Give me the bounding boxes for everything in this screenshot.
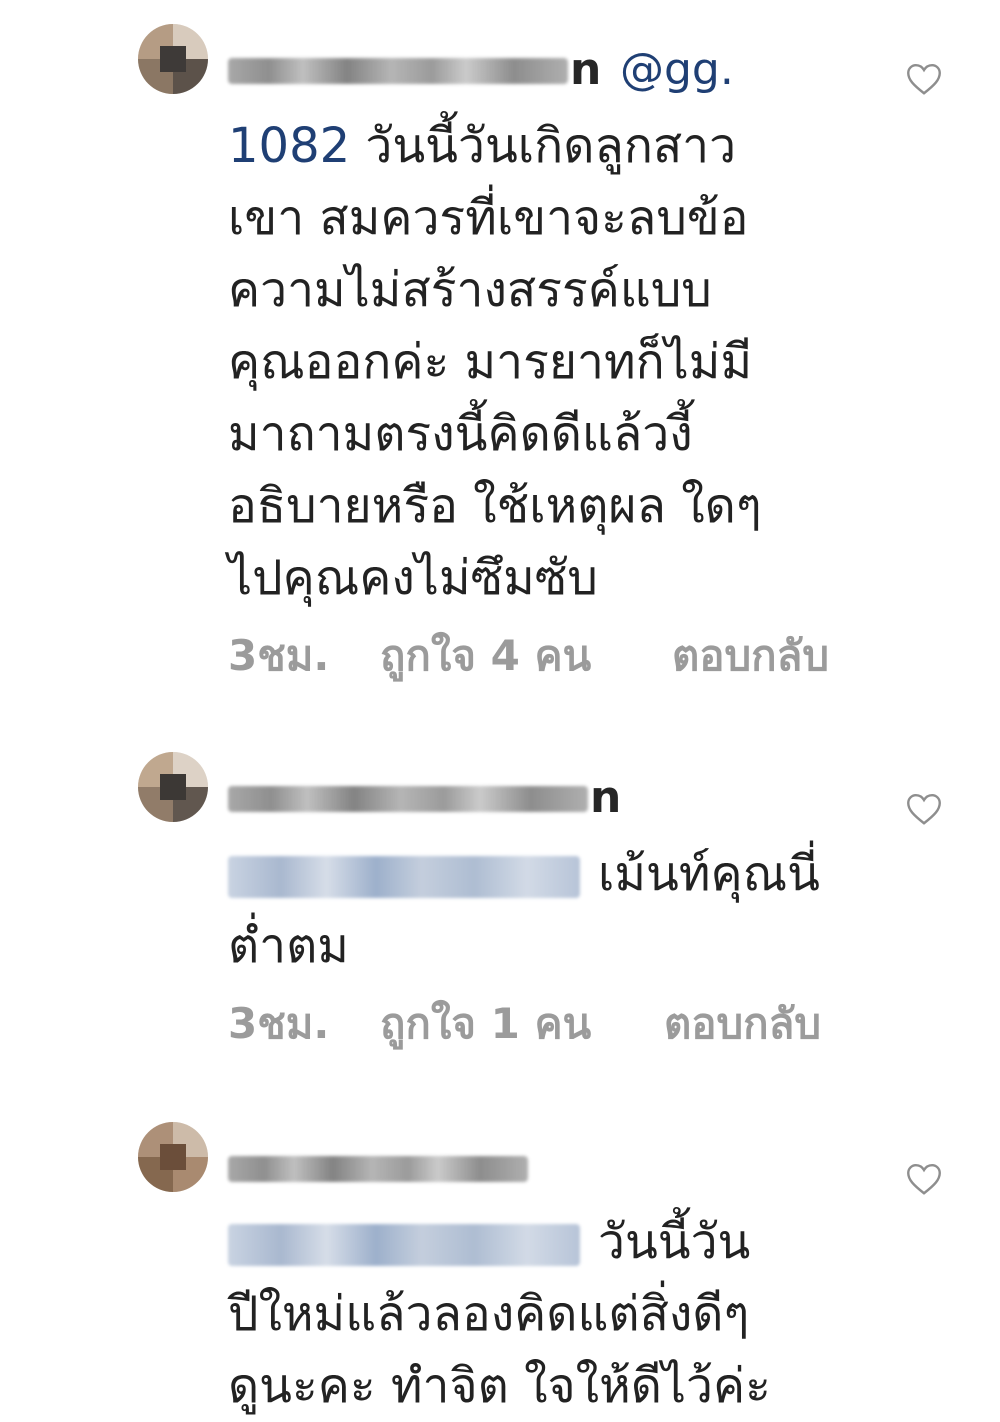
avatar[interactable] — [138, 24, 208, 94]
blurred-username — [228, 58, 568, 84]
comment-time: 3ชม. — [228, 631, 330, 680]
heart-outline-icon[interactable] — [906, 792, 942, 826]
comment-author[interactable]: n — [228, 768, 888, 828]
comment-text-line: วันนี้วัน — [598, 1214, 751, 1270]
blurred-username — [228, 1156, 528, 1182]
username-tail: n — [590, 772, 622, 823]
comment-text-body: เขา สมควรที่เขาจะลบข้อ ความไม่สร้างสรรค์… — [228, 190, 762, 606]
comment-text: 1082 วันนี้วันเกิดลูกสาว เขา สมควรที่เขา… — [228, 110, 888, 614]
heart-outline-icon[interactable] — [906, 1162, 942, 1196]
blurred-username — [228, 786, 588, 812]
comment-author[interactable]: n @gg. — [228, 40, 888, 100]
avatar[interactable] — [138, 1122, 208, 1192]
blurred-mention[interactable] — [228, 1224, 580, 1266]
comment-text-line: วันนี้วันเกิดลูกสาว — [350, 118, 737, 174]
comment-text: วันนี้วัน ปีใหม่แล้วลองคิดแต่สิ่งดีๆ ดูน… — [228, 1206, 888, 1422]
comment-text: เม้นท์คุณนี่ ต่ำตม — [228, 838, 888, 982]
comment-author[interactable] — [228, 1138, 888, 1198]
likes-count-button[interactable]: ถูกใจ 1 คน — [380, 996, 591, 1052]
avatar[interactable] — [138, 752, 208, 822]
comment-text-body: ปีใหม่แล้วลองคิดแต่สิ่งดีๆ ดูนะคะ ทำจิต … — [228, 1286, 771, 1414]
reply-button[interactable]: ตอบกลับ — [664, 996, 821, 1052]
username-tail: n — [570, 44, 602, 95]
blurred-mention[interactable] — [228, 856, 580, 898]
comment-time: 3ชม. — [228, 999, 330, 1048]
mention-link-continued[interactable]: 1082 — [228, 118, 350, 174]
comment-meta: 3ชม. ถูกใจ 4 คน ตอบกลับ — [228, 628, 928, 684]
heart-outline-icon[interactable] — [906, 62, 942, 96]
likes-count-button[interactable]: ถูกใจ 4 คน — [380, 628, 591, 684]
mention-link[interactable]: @gg. — [620, 40, 734, 100]
comment-meta: 3ชม. ถูกใจ 1 คน ตอบกลับ — [228, 996, 928, 1052]
reply-button[interactable]: ตอบกลับ — [672, 628, 829, 684]
comment-text-body: ต่ำตม — [228, 918, 349, 974]
comment-text-line: เม้นท์คุณนี่ — [598, 846, 820, 902]
